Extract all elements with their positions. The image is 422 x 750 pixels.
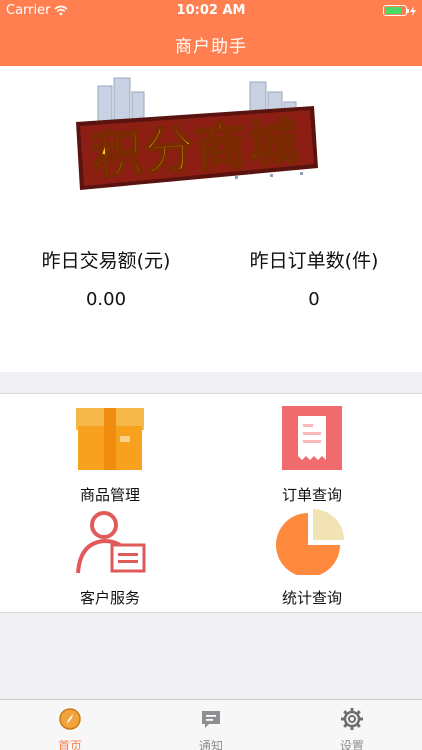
home-compass-icon <box>59 708 81 730</box>
tab-notice[interactable]: 通知 <box>141 700 281 750</box>
app-header: Carrier 10:02 AM 商户助手 <box>0 0 422 66</box>
settings-gear-icon <box>341 708 363 730</box>
order-query-label: 订单查询 <box>281 486 342 504</box>
product-management-button[interactable]: 商品管理 <box>10 406 210 505</box>
product-box-icon <box>76 408 144 470</box>
product-management-label: 商品管理 <box>79 486 140 504</box>
yesterday-amount-stat: 昨日交易额(元) 0.00 <box>6 246 206 310</box>
pie-chart-icon <box>276 509 344 577</box>
summary-section: 积分商城 昨日交易额(元) 0.00 昨日订单数(件) 0 <box>0 66 422 372</box>
order-receipt-icon <box>282 406 342 470</box>
battery-icon <box>383 5 409 16</box>
tab-settings-label: 设置 <box>339 739 364 750</box>
yesterday-orders-label: 昨日订单数(件) <box>249 250 379 272</box>
tab-notice-label: 通知 <box>198 739 223 750</box>
tab-settings[interactable]: 设置 <box>282 700 422 750</box>
status-time: 10:02 AM <box>176 3 246 18</box>
statistics-query-label: 统计查询 <box>281 589 342 607</box>
bottom-tab-bar: 首页 通知 设置 <box>0 699 422 750</box>
status-bar: Carrier 10:02 AM <box>0 0 422 22</box>
order-query-button[interactable]: 订单查询 <box>212 406 412 505</box>
charging-bolt-icon <box>410 5 416 16</box>
battery-indicator <box>383 5 416 16</box>
yesterday-orders-stat: 昨日订单数(件) 0 <box>214 246 414 310</box>
yesterday-amount-label: 昨日交易额(元) <box>41 250 171 272</box>
statistics-query-button[interactable]: 统计查询 <box>212 509 412 608</box>
yesterday-amount-value: 0.00 <box>85 289 127 310</box>
yesterday-orders-value: 0 <box>308 289 320 310</box>
customer-service-label: 客户服务 <box>79 589 140 607</box>
tab-home[interactable]: 首页 <box>0 700 140 750</box>
points-mall-logo: 积分商城 <box>76 77 318 190</box>
page-title: 商户助手 <box>175 37 247 57</box>
customer-service-button[interactable]: 客户服务 <box>10 509 210 608</box>
tab-home-label: 首页 <box>57 739 82 750</box>
function-grid: 商品管理 订单查询 客户服务 统计查询 <box>0 393 422 613</box>
notice-chat-icon <box>202 711 220 728</box>
customer-service-icon <box>76 511 146 574</box>
